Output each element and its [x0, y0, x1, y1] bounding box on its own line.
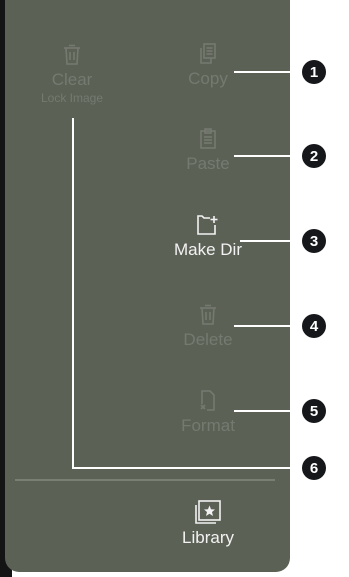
callout-badge-4: 4: [302, 314, 326, 338]
lock-image-label: Lock Image: [40, 91, 104, 105]
callout-badge-1: 1: [302, 60, 326, 84]
callout-line-6-vertical: [72, 118, 74, 469]
clear-label: Clear: [51, 70, 93, 89]
delete-button[interactable]: Delete: [168, 304, 248, 350]
trash-icon: [198, 304, 218, 326]
format-button[interactable]: Format: [168, 390, 248, 436]
copy-label: Copy: [188, 69, 228, 88]
library-button[interactable]: Library: [163, 500, 253, 548]
clear-lock-image-button[interactable]: Clear Lock Image: [22, 44, 122, 105]
paste-icon: [198, 128, 218, 150]
library-label: Library: [182, 528, 234, 547]
new-folder-icon: [196, 214, 220, 236]
format-icon: [198, 390, 218, 412]
copy-button[interactable]: Copy: [168, 43, 248, 89]
paste-button[interactable]: Paste: [168, 128, 248, 174]
make-dir-button[interactable]: Make Dir: [163, 214, 253, 260]
callout-badge-5: 5: [302, 399, 326, 423]
format-label: Format: [181, 416, 235, 435]
callout-badge-6: 6: [302, 456, 326, 480]
paste-label: Paste: [186, 154, 230, 173]
callout-line-6-horizontal: [72, 467, 314, 469]
delete-label: Delete: [183, 330, 233, 349]
panel-divider: [15, 479, 275, 481]
star-image-icon: [195, 500, 221, 524]
trash-icon: [62, 44, 82, 66]
make-dir-label: Make Dir: [173, 240, 242, 259]
copy-icon: [198, 43, 218, 65]
callout-badge-2: 2: [302, 144, 326, 168]
callout-badge-3: 3: [302, 229, 326, 253]
